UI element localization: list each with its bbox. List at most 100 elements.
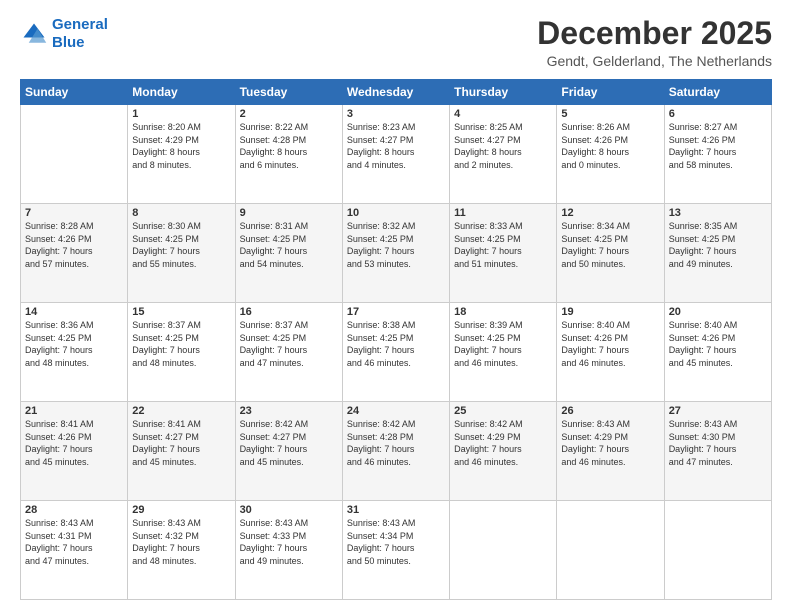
calendar-cell: 13Sunrise: 8:35 AM Sunset: 4:25 PM Dayli… — [664, 204, 771, 303]
calendar-cell: 14Sunrise: 8:36 AM Sunset: 4:25 PM Dayli… — [21, 303, 128, 402]
day-number: 24 — [347, 405, 445, 417]
page: General Blue December 2025 Gendt, Gelder… — [0, 0, 792, 612]
day-number: 12 — [561, 207, 659, 219]
calendar-cell: 9Sunrise: 8:31 AM Sunset: 4:25 PM Daylig… — [235, 204, 342, 303]
calendar-week-row: 1Sunrise: 8:20 AM Sunset: 4:29 PM Daylig… — [21, 105, 772, 204]
calendar-cell: 21Sunrise: 8:41 AM Sunset: 4:26 PM Dayli… — [21, 402, 128, 501]
calendar-week-row: 14Sunrise: 8:36 AM Sunset: 4:25 PM Dayli… — [21, 303, 772, 402]
calendar-cell — [21, 105, 128, 204]
title-block: December 2025 Gendt, Gelderland, The Net… — [537, 16, 772, 69]
day-number: 9 — [240, 207, 338, 219]
day-info: Sunrise: 8:42 AM Sunset: 4:29 PM Dayligh… — [454, 418, 552, 468]
calendar-cell: 25Sunrise: 8:42 AM Sunset: 4:29 PM Dayli… — [450, 402, 557, 501]
calendar-cell: 5Sunrise: 8:26 AM Sunset: 4:26 PM Daylig… — [557, 105, 664, 204]
day-info: Sunrise: 8:43 AM Sunset: 4:33 PM Dayligh… — [240, 517, 338, 567]
calendar-cell: 27Sunrise: 8:43 AM Sunset: 4:30 PM Dayli… — [664, 402, 771, 501]
calendar-cell — [664, 501, 771, 600]
calendar-week-row: 7Sunrise: 8:28 AM Sunset: 4:26 PM Daylig… — [21, 204, 772, 303]
day-info: Sunrise: 8:43 AM Sunset: 4:31 PM Dayligh… — [25, 517, 123, 567]
day-info: Sunrise: 8:28 AM Sunset: 4:26 PM Dayligh… — [25, 220, 123, 270]
day-info: Sunrise: 8:36 AM Sunset: 4:25 PM Dayligh… — [25, 319, 123, 369]
day-info: Sunrise: 8:43 AM Sunset: 4:34 PM Dayligh… — [347, 517, 445, 567]
day-number: 20 — [669, 306, 767, 318]
calendar-cell: 17Sunrise: 8:38 AM Sunset: 4:25 PM Dayli… — [342, 303, 449, 402]
calendar-cell: 16Sunrise: 8:37 AM Sunset: 4:25 PM Dayli… — [235, 303, 342, 402]
calendar-cell: 23Sunrise: 8:42 AM Sunset: 4:27 PM Dayli… — [235, 402, 342, 501]
calendar-cell: 18Sunrise: 8:39 AM Sunset: 4:25 PM Dayli… — [450, 303, 557, 402]
day-number: 14 — [25, 306, 123, 318]
day-number: 19 — [561, 306, 659, 318]
calendar-cell: 10Sunrise: 8:32 AM Sunset: 4:25 PM Dayli… — [342, 204, 449, 303]
subtitle: Gendt, Gelderland, The Netherlands — [537, 53, 772, 69]
day-info: Sunrise: 8:39 AM Sunset: 4:25 PM Dayligh… — [454, 319, 552, 369]
calendar-cell: 30Sunrise: 8:43 AM Sunset: 4:33 PM Dayli… — [235, 501, 342, 600]
day-number: 25 — [454, 405, 552, 417]
main-title: December 2025 — [537, 16, 772, 51]
weekday-header: Wednesday — [342, 80, 449, 105]
day-number: 21 — [25, 405, 123, 417]
calendar-cell: 7Sunrise: 8:28 AM Sunset: 4:26 PM Daylig… — [21, 204, 128, 303]
day-info: Sunrise: 8:42 AM Sunset: 4:28 PM Dayligh… — [347, 418, 445, 468]
day-number: 29 — [132, 504, 230, 516]
day-number: 8 — [132, 207, 230, 219]
day-number: 4 — [454, 108, 552, 120]
day-number: 30 — [240, 504, 338, 516]
day-number: 26 — [561, 405, 659, 417]
day-info: Sunrise: 8:20 AM Sunset: 4:29 PM Dayligh… — [132, 121, 230, 171]
calendar-cell: 8Sunrise: 8:30 AM Sunset: 4:25 PM Daylig… — [128, 204, 235, 303]
day-info: Sunrise: 8:34 AM Sunset: 4:25 PM Dayligh… — [561, 220, 659, 270]
logo-text: General Blue — [52, 16, 108, 52]
day-number: 11 — [454, 207, 552, 219]
day-info: Sunrise: 8:38 AM Sunset: 4:25 PM Dayligh… — [347, 319, 445, 369]
day-number: 10 — [347, 207, 445, 219]
calendar-cell: 22Sunrise: 8:41 AM Sunset: 4:27 PM Dayli… — [128, 402, 235, 501]
day-number: 31 — [347, 504, 445, 516]
day-number: 16 — [240, 306, 338, 318]
day-info: Sunrise: 8:22 AM Sunset: 4:28 PM Dayligh… — [240, 121, 338, 171]
calendar-week-row: 21Sunrise: 8:41 AM Sunset: 4:26 PM Dayli… — [21, 402, 772, 501]
day-number: 17 — [347, 306, 445, 318]
day-info: Sunrise: 8:33 AM Sunset: 4:25 PM Dayligh… — [454, 220, 552, 270]
day-info: Sunrise: 8:41 AM Sunset: 4:26 PM Dayligh… — [25, 418, 123, 468]
day-info: Sunrise: 8:31 AM Sunset: 4:25 PM Dayligh… — [240, 220, 338, 270]
day-info: Sunrise: 8:42 AM Sunset: 4:27 PM Dayligh… — [240, 418, 338, 468]
day-info: Sunrise: 8:41 AM Sunset: 4:27 PM Dayligh… — [132, 418, 230, 468]
day-number: 2 — [240, 108, 338, 120]
day-info: Sunrise: 8:32 AM Sunset: 4:25 PM Dayligh… — [347, 220, 445, 270]
day-number: 6 — [669, 108, 767, 120]
day-info: Sunrise: 8:43 AM Sunset: 4:30 PM Dayligh… — [669, 418, 767, 468]
weekday-header: Thursday — [450, 80, 557, 105]
calendar-cell: 1Sunrise: 8:20 AM Sunset: 4:29 PM Daylig… — [128, 105, 235, 204]
day-number: 15 — [132, 306, 230, 318]
weekday-header: Friday — [557, 80, 664, 105]
day-number: 3 — [347, 108, 445, 120]
weekday-header: Saturday — [664, 80, 771, 105]
day-number: 23 — [240, 405, 338, 417]
calendar-cell: 4Sunrise: 8:25 AM Sunset: 4:27 PM Daylig… — [450, 105, 557, 204]
day-info: Sunrise: 8:40 AM Sunset: 4:26 PM Dayligh… — [561, 319, 659, 369]
day-info: Sunrise: 8:37 AM Sunset: 4:25 PM Dayligh… — [132, 319, 230, 369]
weekday-header: Tuesday — [235, 80, 342, 105]
calendar-cell — [557, 501, 664, 600]
day-number: 5 — [561, 108, 659, 120]
calendar-cell: 24Sunrise: 8:42 AM Sunset: 4:28 PM Dayli… — [342, 402, 449, 501]
day-number: 7 — [25, 207, 123, 219]
calendar-table: SundayMondayTuesdayWednesdayThursdayFrid… — [20, 79, 772, 600]
day-number: 18 — [454, 306, 552, 318]
day-info: Sunrise: 8:43 AM Sunset: 4:32 PM Dayligh… — [132, 517, 230, 567]
calendar-cell: 19Sunrise: 8:40 AM Sunset: 4:26 PM Dayli… — [557, 303, 664, 402]
weekday-header: Monday — [128, 80, 235, 105]
calendar-cell — [450, 501, 557, 600]
day-info: Sunrise: 8:30 AM Sunset: 4:25 PM Dayligh… — [132, 220, 230, 270]
day-info: Sunrise: 8:37 AM Sunset: 4:25 PM Dayligh… — [240, 319, 338, 369]
day-info: Sunrise: 8:27 AM Sunset: 4:26 PM Dayligh… — [669, 121, 767, 171]
calendar-cell: 20Sunrise: 8:40 AM Sunset: 4:26 PM Dayli… — [664, 303, 771, 402]
day-info: Sunrise: 8:23 AM Sunset: 4:27 PM Dayligh… — [347, 121, 445, 171]
calendar-cell: 11Sunrise: 8:33 AM Sunset: 4:25 PM Dayli… — [450, 204, 557, 303]
calendar-cell: 29Sunrise: 8:43 AM Sunset: 4:32 PM Dayli… — [128, 501, 235, 600]
day-info: Sunrise: 8:26 AM Sunset: 4:26 PM Dayligh… — [561, 121, 659, 171]
day-info: Sunrise: 8:35 AM Sunset: 4:25 PM Dayligh… — [669, 220, 767, 270]
day-number: 22 — [132, 405, 230, 417]
day-number: 13 — [669, 207, 767, 219]
calendar-header-row: SundayMondayTuesdayWednesdayThursdayFrid… — [21, 80, 772, 105]
